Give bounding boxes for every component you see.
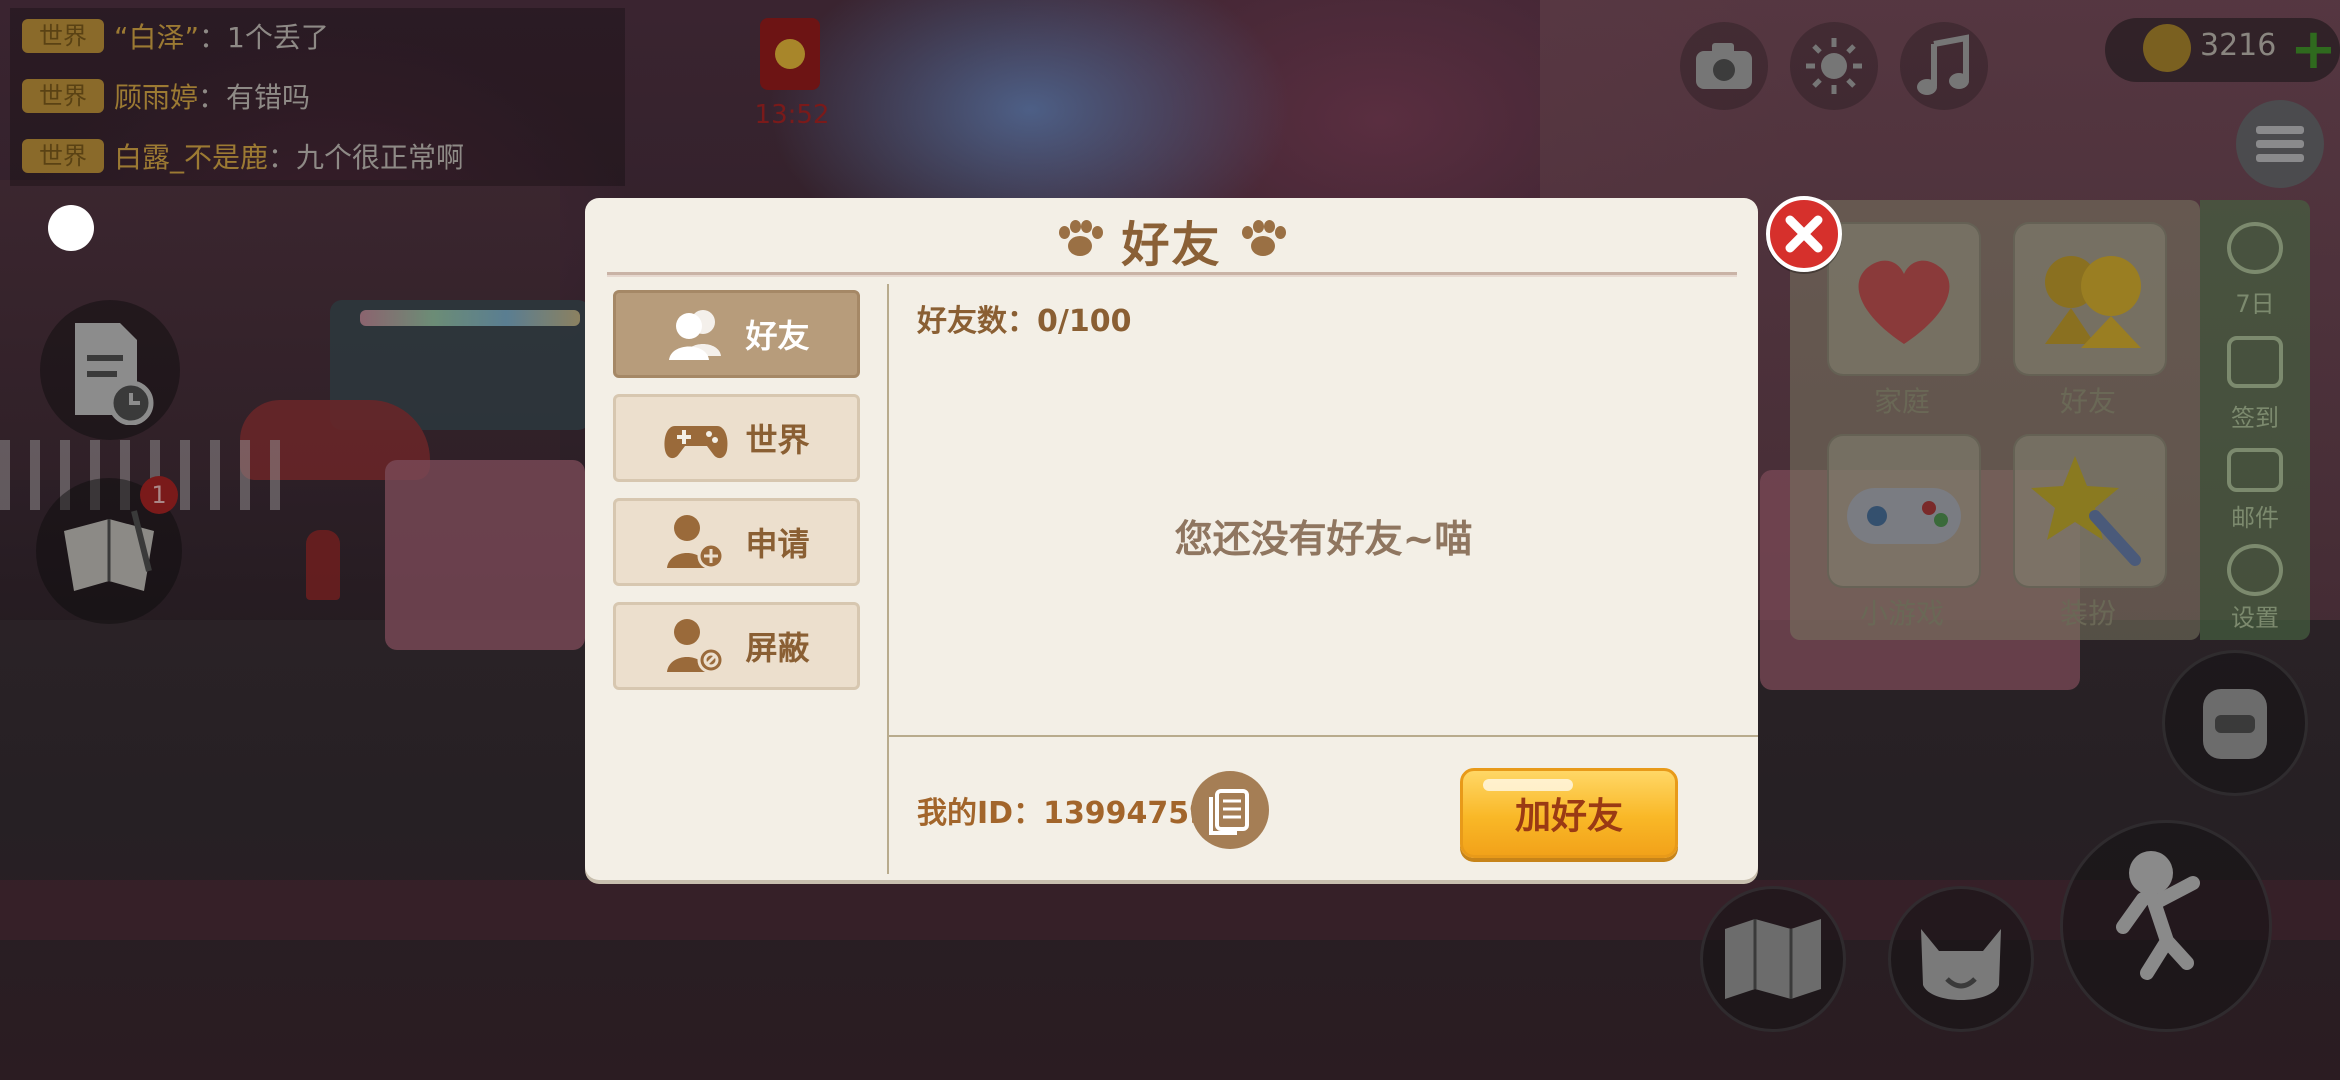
friends-dialog: 好友 好友 世界 申请 屏蔽 好友数：0/100 您还没有好友~喵 我的ID：1… bbox=[585, 198, 1758, 880]
tab-blocked[interactable]: 屏蔽 bbox=[613, 602, 860, 690]
block-person-icon bbox=[663, 616, 729, 676]
tab-label: 申请 bbox=[745, 525, 810, 563]
dialog-title: 好友 bbox=[1121, 217, 1222, 273]
title-divider bbox=[607, 272, 1737, 277]
dialog-header: 好友 bbox=[585, 210, 1758, 273]
paw-icon bbox=[1057, 220, 1104, 260]
tab-label: 屏蔽 bbox=[745, 629, 810, 667]
tab-label: 好友 bbox=[745, 317, 810, 355]
friends-icon bbox=[663, 304, 729, 364]
tabs-divider bbox=[887, 284, 889, 874]
copy-id-button[interactable] bbox=[1191, 771, 1269, 849]
empty-state-message: 您还没有好友~喵 bbox=[1174, 517, 1473, 561]
friend-count: 好友数：0/100 bbox=[917, 304, 1132, 339]
paw-icon bbox=[1240, 220, 1286, 260]
gamepad-icon bbox=[663, 408, 729, 468]
footer-divider bbox=[889, 735, 1758, 737]
tab-friends[interactable]: 好友 bbox=[613, 290, 860, 378]
tab-label: 世界 bbox=[745, 421, 810, 459]
add-person-icon bbox=[663, 512, 729, 572]
tab-world[interactable]: 世界 bbox=[613, 394, 860, 482]
close-icon bbox=[1785, 215, 1823, 253]
add-friend-label: 加好友 bbox=[1514, 796, 1623, 837]
tab-requests[interactable]: 申请 bbox=[613, 498, 860, 586]
game-screen: 世界 “白泽”：1个丢了 世界 顾雨婷：有错吗 世界 白露_不是鹿：九个很正常啊… bbox=[0, 0, 2340, 1080]
close-dialog-button[interactable] bbox=[1766, 196, 1842, 272]
copy-icon bbox=[1209, 789, 1249, 835]
my-id: 我的ID：13994759 bbox=[917, 796, 1211, 831]
add-friend-button[interactable]: 加好友 bbox=[1460, 768, 1678, 858]
